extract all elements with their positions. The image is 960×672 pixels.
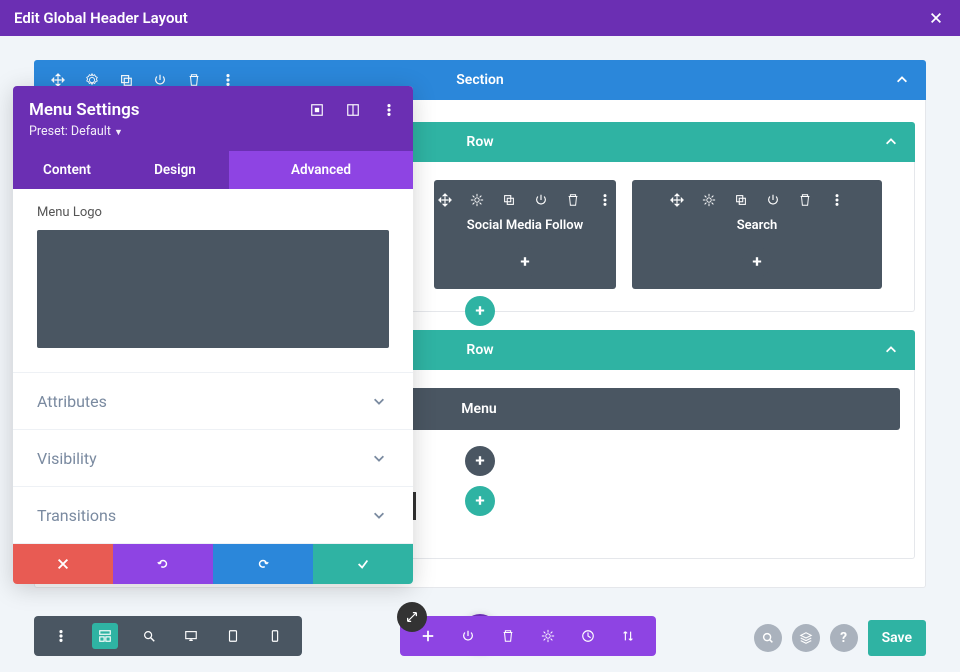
power-icon[interactable] xyxy=(531,190,551,210)
search-icon[interactable] xyxy=(754,624,782,652)
menu-logo-label: Menu Logo xyxy=(37,205,389,220)
gear-icon[interactable] xyxy=(699,190,719,210)
panel-preset[interactable]: Preset: Default ▼ xyxy=(29,124,397,139)
module-label: Social Media Follow xyxy=(467,218,583,233)
tablet-icon[interactable] xyxy=(222,625,244,647)
more-icon[interactable] xyxy=(595,190,615,210)
panel-header[interactable]: Menu Settings Preset: Default ▼ xyxy=(13,86,413,151)
power-icon[interactable] xyxy=(458,626,478,646)
more-icon[interactable] xyxy=(50,625,72,647)
duplicate-icon[interactable] xyxy=(731,190,751,210)
wireframe-view-icon[interactable] xyxy=(92,623,118,649)
section-label: Section xyxy=(456,72,503,88)
row-label: Row xyxy=(466,342,493,358)
add-row-button[interactable]: + xyxy=(465,296,495,326)
chevron-up-icon[interactable] xyxy=(881,132,901,152)
add-module-button[interactable]: + xyxy=(465,446,495,476)
gear-icon[interactable] xyxy=(467,190,487,210)
undo-button[interactable] xyxy=(113,544,213,584)
duplicate-icon[interactable] xyxy=(499,190,519,210)
chevron-down-icon xyxy=(369,448,389,468)
trash-icon[interactable] xyxy=(563,190,583,210)
view-toolbar xyxy=(34,616,302,656)
desktop-icon[interactable] xyxy=(180,625,202,647)
page-actions-toolbar xyxy=(400,616,656,656)
panel-footer xyxy=(13,544,413,584)
row-label: Row xyxy=(466,134,493,150)
move-icon[interactable] xyxy=(667,190,687,210)
add-row-button[interactable]: + xyxy=(465,486,495,516)
layers-icon[interactable] xyxy=(792,624,820,652)
footer-right: ? Save xyxy=(754,620,926,656)
power-icon[interactable] xyxy=(763,190,783,210)
module-social[interactable]: Social Media Follow + xyxy=(434,180,616,289)
tab-advanced[interactable]: Advanced xyxy=(229,151,413,189)
module-label: Search xyxy=(737,218,778,233)
columns-icon[interactable] xyxy=(343,100,363,120)
menu-logo-slot[interactable] xyxy=(37,230,389,348)
trash-icon[interactable] xyxy=(498,626,518,646)
add-module-button[interactable]: + xyxy=(742,247,772,277)
chevron-up-icon[interactable] xyxy=(881,340,901,360)
save-button[interactable]: Save xyxy=(868,620,926,656)
accordion-visibility[interactable]: Visibility xyxy=(13,429,413,486)
module-label: Menu xyxy=(461,401,496,417)
tab-design[interactable]: Design xyxy=(121,151,229,189)
panel-tabs: Content Design Advanced xyxy=(13,151,413,189)
chevron-down-icon xyxy=(369,391,389,411)
accordion-attributes[interactable]: Attributes xyxy=(13,372,413,429)
tab-content[interactable]: Content xyxy=(13,151,121,189)
phone-icon[interactable] xyxy=(264,625,286,647)
close-icon[interactable] xyxy=(926,8,946,28)
help-icon[interactable]: ? xyxy=(830,624,858,652)
redo-button[interactable] xyxy=(213,544,313,584)
confirm-button[interactable] xyxy=(313,544,413,584)
cancel-button[interactable] xyxy=(13,544,113,584)
header-title: Edit Global Header Layout xyxy=(14,9,188,27)
gear-icon[interactable] xyxy=(538,626,558,646)
resize-handle-icon[interactable] xyxy=(397,602,427,632)
zoom-icon[interactable] xyxy=(138,625,160,647)
more-icon[interactable] xyxy=(379,100,399,120)
move-icon[interactable] xyxy=(435,190,455,210)
trash-icon[interactable] xyxy=(795,190,815,210)
sort-icon[interactable] xyxy=(618,626,638,646)
chevron-down-icon xyxy=(369,505,389,525)
global-header-bar: Edit Global Header Layout xyxy=(0,0,960,36)
expand-icon[interactable] xyxy=(307,100,327,120)
add-module-button[interactable]: + xyxy=(510,247,540,277)
chevron-up-icon[interactable] xyxy=(892,70,912,90)
menu-settings-panel: Menu Settings Preset: Default ▼ Content … xyxy=(13,86,413,584)
history-icon[interactable] xyxy=(578,626,598,646)
accordion-transitions[interactable]: Transitions xyxy=(13,486,413,544)
more-icon[interactable] xyxy=(827,190,847,210)
module-search[interactable]: Search + xyxy=(632,180,882,289)
